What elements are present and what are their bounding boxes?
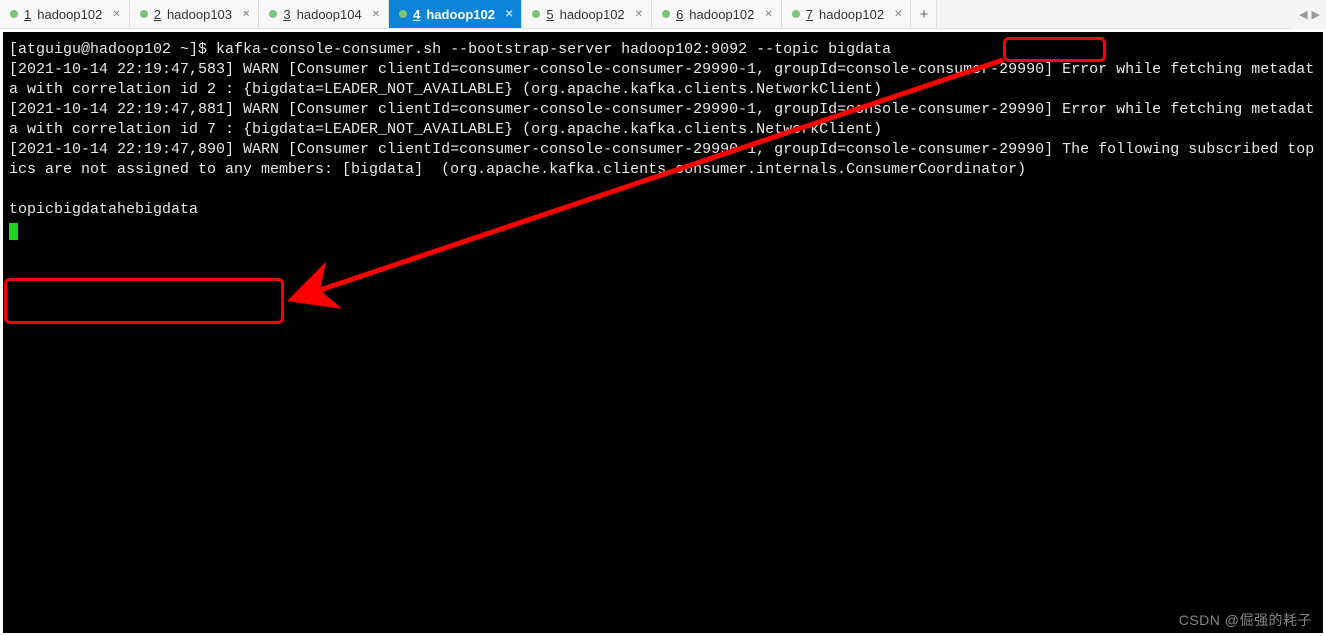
command-text: kafka-console-consumer.sh --bootstrap-se…: [216, 41, 828, 58]
consumed-message: topicbigdatahebigdata: [9, 201, 198, 218]
tab-num: 3: [283, 7, 290, 22]
tab-nav: ◀ ▶: [1293, 0, 1326, 29]
close-icon[interactable]: ✕: [631, 9, 643, 20]
cursor-icon: [9, 223, 18, 240]
tab-num: 6: [676, 7, 683, 22]
tab-num: 1: [24, 7, 31, 22]
status-dot-icon: [399, 10, 407, 18]
log-line: [2021-10-14 22:19:47,881] WARN [Consumer…: [9, 101, 1314, 138]
status-dot-icon: [532, 10, 540, 18]
log-line: [2021-10-14 22:19:47,583] WARN [Consumer…: [9, 61, 1314, 98]
add-tab-button[interactable]: +: [911, 0, 937, 28]
close-icon[interactable]: ✕: [238, 9, 250, 20]
close-icon[interactable]: ✕: [760, 9, 772, 20]
tab-label: hadoop102: [37, 7, 102, 22]
tab-4-active[interactable]: 4 hadoop102 ✕: [389, 0, 522, 28]
topic-arg: bigdata: [828, 41, 891, 58]
status-dot-icon: [10, 10, 18, 18]
tab-3[interactable]: 3 hadoop104 ✕: [259, 0, 389, 28]
tab-num: 2: [154, 7, 161, 22]
tab-label: hadoop102: [689, 7, 754, 22]
tab-bar: 1 hadoop102 ✕ 2 hadoop103 ✕ 3 hadoop104 …: [0, 0, 1326, 29]
status-dot-icon: [792, 10, 800, 18]
close-icon[interactable]: ✕: [501, 9, 513, 20]
tab-7[interactable]: 7 hadoop102 ✕: [782, 0, 912, 28]
tab-label: hadoop104: [297, 7, 362, 22]
shell-prompt: [atguigu@hadoop102 ~]$: [9, 41, 216, 58]
log-line: [2021-10-14 22:19:47,890] WARN [Consumer…: [9, 141, 1314, 178]
status-dot-icon: [140, 10, 148, 18]
tab-2[interactable]: 2 hadoop103 ✕: [130, 0, 260, 28]
nav-right-icon[interactable]: ▶: [1312, 8, 1320, 21]
tab-1[interactable]: 1 hadoop102 ✕: [0, 0, 130, 28]
terminal-output[interactable]: [atguigu@hadoop102 ~]$ kafka-console-con…: [3, 32, 1323, 633]
tab-6[interactable]: 6 hadoop102 ✕: [652, 0, 782, 28]
tab-label: hadoop103: [167, 7, 232, 22]
close-icon[interactable]: ✕: [108, 9, 120, 20]
watermark: CSDN @倔强的耗子: [1179, 610, 1312, 630]
tab-num: 5: [546, 7, 553, 22]
status-dot-icon: [662, 10, 670, 18]
nav-left-icon[interactable]: ◀: [1299, 8, 1307, 21]
tab-num: 4: [413, 7, 420, 22]
tab-5[interactable]: 5 hadoop102 ✕: [522, 0, 652, 28]
tab-label: hadoop102: [426, 7, 495, 22]
close-icon[interactable]: ✕: [368, 9, 380, 20]
tab-label: hadoop102: [819, 7, 884, 22]
close-icon[interactable]: ✕: [890, 9, 902, 20]
tab-label: hadoop102: [560, 7, 625, 22]
status-dot-icon: [269, 10, 277, 18]
tab-num: 7: [806, 7, 813, 22]
